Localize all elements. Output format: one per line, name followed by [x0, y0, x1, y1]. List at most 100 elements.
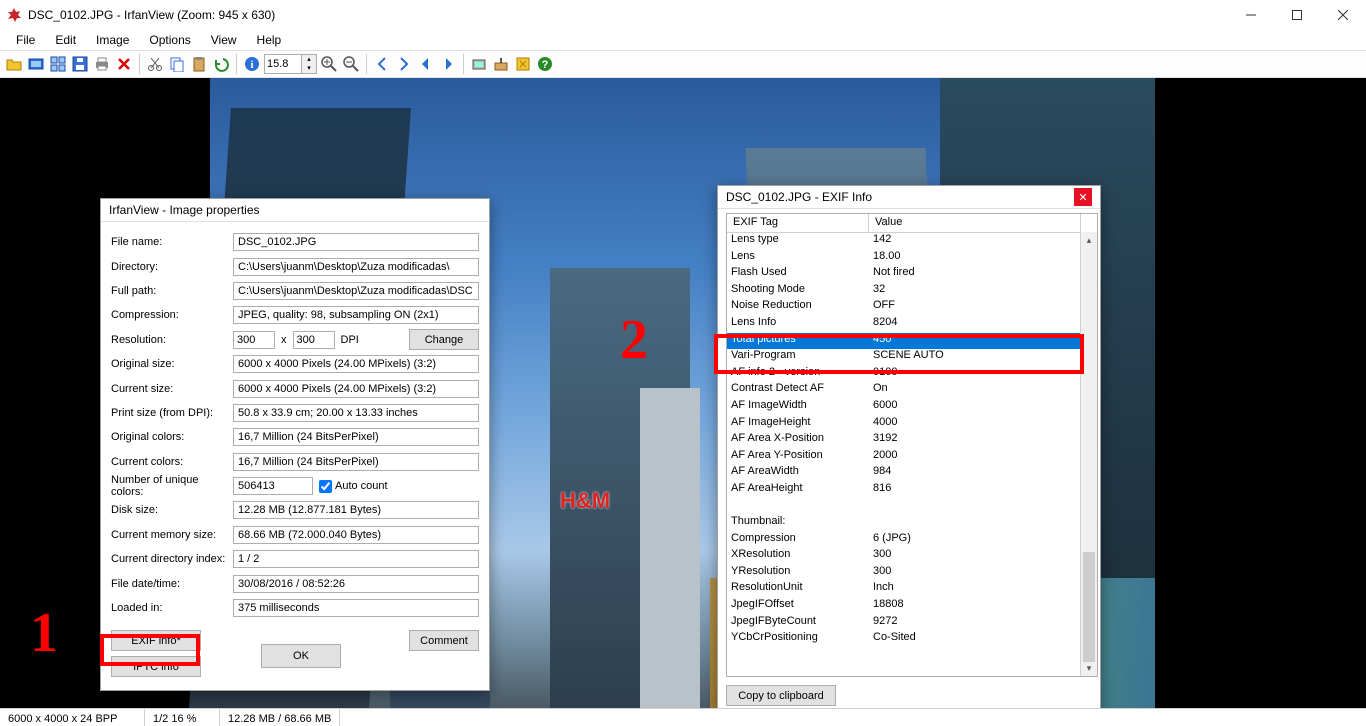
image-properties-dialog[interactable]: IrfanView - Image properties File name:D… [100, 198, 490, 691]
exif-scrollbar[interactable]: ▴ ▾ [1080, 232, 1097, 676]
exif-table[interactable]: EXIF Tag Value Lens type142Lens18.00Flas… [726, 213, 1098, 677]
ok-button[interactable]: OK [261, 644, 341, 668]
exif-row[interactable]: Compression6 (JPG) [727, 532, 1097, 549]
exif-row[interactable]: YCbCrPositioningCo-Sited [727, 631, 1097, 648]
change-button[interactable]: Change [409, 329, 479, 350]
prev-page-icon[interactable] [372, 54, 392, 74]
exif-info-dialog[interactable]: DSC_0102.JPG - EXIF Info ✕ EXIF Tag Valu… [717, 185, 1101, 708]
settings-icon[interactable] [513, 54, 533, 74]
exif-row[interactable]: Contrast Detect AFOn [727, 382, 1097, 399]
zoom-input[interactable]: ▴▾ [264, 54, 317, 74]
exif-row[interactable]: Thumbnail: [727, 515, 1097, 532]
close-button[interactable] [1320, 0, 1366, 30]
menu-view[interactable]: View [201, 31, 247, 49]
iptc-info-button[interactable]: IPTC info [111, 656, 201, 677]
exif-col-value[interactable]: Value [869, 214, 1081, 232]
field-full-path[interactable]: C:\Users\juanm\Desktop\Zuza modificadas\… [233, 282, 479, 300]
undo-icon[interactable] [211, 54, 231, 74]
field-loaded-in[interactable]: 375 milliseconds [233, 599, 479, 617]
print-icon[interactable] [92, 54, 112, 74]
field-disk-size[interactable]: 12.28 MB (12.877.181 Bytes) [233, 501, 479, 519]
exif-row[interactable]: Noise ReductionOFF [727, 299, 1097, 316]
next-page-icon[interactable] [394, 54, 414, 74]
field-res-y[interactable] [293, 331, 335, 349]
exif-row[interactable]: AF ImageHeight4000 [727, 416, 1097, 433]
zoom-in-icon[interactable] [319, 54, 339, 74]
exif-row[interactable]: Lens Info8204 [727, 316, 1097, 333]
exif-row[interactable]: AF AreaWidth984 [727, 465, 1097, 482]
scroll-up-icon[interactable]: ▴ [1081, 232, 1097, 248]
delete-icon[interactable] [114, 54, 134, 74]
maximize-button[interactable] [1274, 0, 1320, 30]
zoom-up[interactable]: ▴ [302, 55, 316, 64]
zoom-down[interactable]: ▾ [302, 64, 316, 73]
exif-row[interactable]: ResolutionUnitInch [727, 581, 1097, 598]
field-current-colors[interactable]: 16,7 Million (24 BitsPerPixel) [233, 453, 479, 471]
exif-row[interactable]: AF AreaHeight816 [727, 482, 1097, 499]
menu-file[interactable]: File [6, 31, 45, 49]
menu-image[interactable]: Image [86, 31, 139, 49]
prev-file-icon[interactable] [416, 54, 436, 74]
open-icon[interactable] [4, 54, 24, 74]
exif-row[interactable]: AF info 2 - version0100 [727, 366, 1097, 383]
exif-row[interactable]: AF Area Y-Position2000 [727, 449, 1097, 466]
exif-row[interactable]: Lens type142 [727, 233, 1097, 250]
menu-options[interactable]: Options [139, 31, 200, 49]
field-res-x[interactable] [233, 331, 275, 349]
exif-close-button[interactable]: ✕ [1074, 188, 1092, 206]
exif-value: 9272 [869, 615, 1097, 632]
auto-count-checkbox[interactable]: Auto count [319, 480, 388, 493]
label-original-colors: Original colors: [111, 431, 233, 443]
field-file-datetime[interactable]: 30/08/2016 / 08:52:26 [233, 575, 479, 593]
slideshow-icon[interactable] [26, 54, 46, 74]
exif-col-tag[interactable]: EXIF Tag [727, 214, 869, 232]
menu-help[interactable]: Help [247, 31, 292, 49]
exif-row[interactable]: Total pictures450 [727, 333, 1097, 350]
exif-row[interactable]: XResolution300 [727, 548, 1097, 565]
auto-count-input[interactable] [319, 480, 332, 493]
info-icon[interactable]: i [242, 54, 262, 74]
exif-row[interactable]: AF Area X-Position3192 [727, 432, 1097, 449]
exif-row[interactable] [727, 499, 1097, 516]
exif-row[interactable]: YResolution300 [727, 565, 1097, 582]
field-current-size[interactable]: 6000 x 4000 Pixels (24.00 MPixels) (3:2) [233, 380, 479, 398]
menu-edit[interactable]: Edit [45, 31, 86, 49]
field-unique-colors[interactable]: 506413 [233, 477, 313, 495]
field-original-size[interactable]: 6000 x 4000 Pixels (24.00 MPixels) (3:2) [233, 355, 479, 373]
exif-row[interactable]: Lens18.00 [727, 250, 1097, 267]
field-original-colors[interactable]: 16,7 Million (24 BitsPerPixel) [233, 428, 479, 446]
exif-row[interactable]: AF ImageWidth6000 [727, 399, 1097, 416]
zoom-out-icon[interactable] [341, 54, 361, 74]
exif-info-button[interactable]: EXIF info* [111, 630, 201, 651]
scroll-thumb[interactable] [1083, 552, 1095, 662]
exif-row[interactable]: Flash UsedNot fired [727, 266, 1097, 283]
exif-row[interactable] [727, 648, 1097, 665]
exif-title-bar[interactable]: DSC_0102.JPG - EXIF Info ✕ [718, 186, 1100, 209]
save-icon[interactable] [70, 54, 90, 74]
exif-row[interactable]: Shooting Mode32 [727, 283, 1097, 300]
cut-icon[interactable] [145, 54, 165, 74]
next-file-icon[interactable] [438, 54, 458, 74]
scan-icon[interactable] [469, 54, 489, 74]
scroll-down-icon[interactable]: ▾ [1081, 660, 1097, 676]
field-directory[interactable]: C:\Users\juanm\Desktop\Zuza modificadas\ [233, 258, 479, 276]
field-current-memory[interactable]: 68.66 MB (72.000.040 Bytes) [233, 526, 479, 544]
exif-row[interactable]: Vari-ProgramSCENE AUTO [727, 349, 1097, 366]
paste-icon[interactable] [189, 54, 209, 74]
zoom-value[interactable] [265, 58, 301, 70]
field-file-name[interactable]: DSC_0102.JPG [233, 233, 479, 251]
thumbnails-icon[interactable] [48, 54, 68, 74]
paint-icon[interactable] [491, 54, 511, 74]
copy-icon[interactable] [167, 54, 187, 74]
about-icon[interactable]: ? [535, 54, 555, 74]
properties-title[interactable]: IrfanView - Image properties [101, 199, 489, 222]
exif-row[interactable]: JpegIFByteCount9272 [727, 615, 1097, 632]
exif-rows[interactable]: Lens type142Lens18.00Flash UsedNot fired… [727, 233, 1097, 664]
exif-row[interactable]: JpegIFOffset18808 [727, 598, 1097, 615]
field-dir-index[interactable]: 1 / 2 [233, 550, 479, 568]
field-print-size[interactable]: 50.8 x 33.9 cm; 20.00 x 13.33 inches [233, 404, 479, 422]
minimize-button[interactable] [1228, 0, 1274, 30]
field-compression[interactable]: JPEG, quality: 98, subsampling ON (2x1) [233, 306, 479, 324]
copy-to-clipboard-button[interactable]: Copy to clipboard [726, 685, 836, 706]
comment-button[interactable]: Comment [409, 630, 479, 651]
